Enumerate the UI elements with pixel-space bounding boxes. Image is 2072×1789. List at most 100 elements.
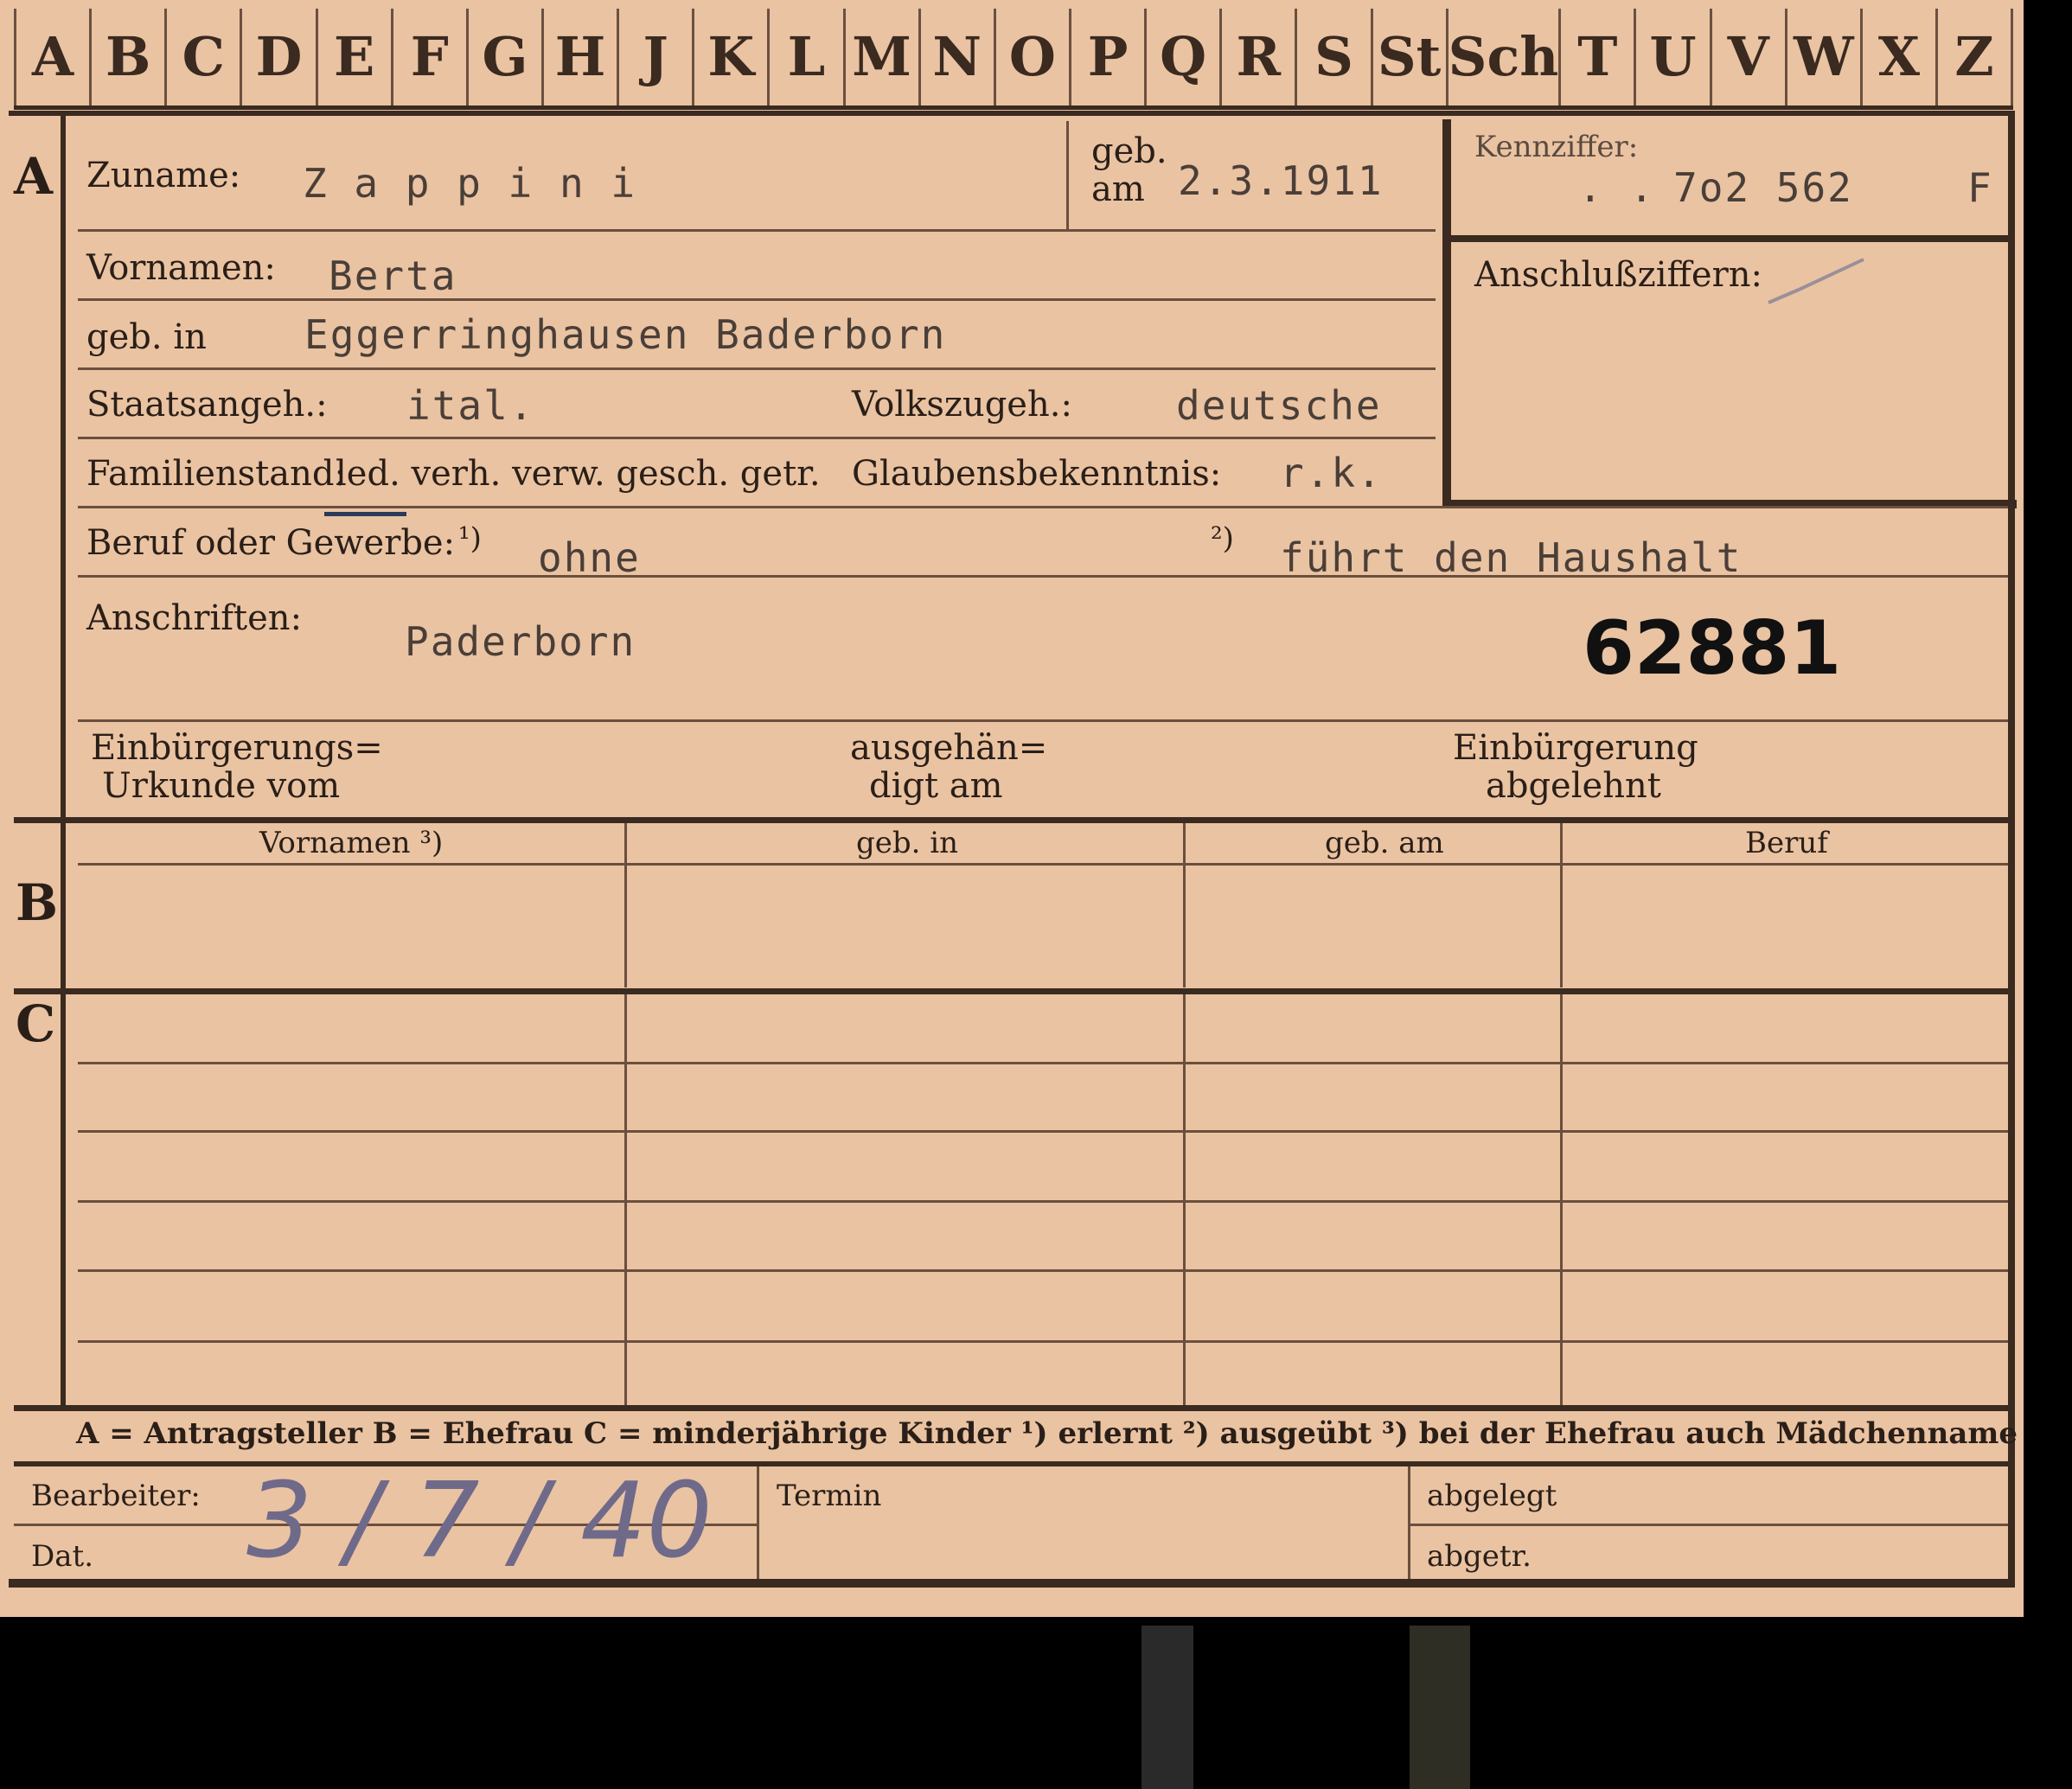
vornamen-value: Berta	[329, 252, 457, 299]
stamped-number: 62881	[1583, 605, 1842, 692]
abgetr-label: abgetr.	[1427, 1539, 1532, 1574]
index-card: A B C D E F G H J K L M N O P Q R S St Sch T U V W X Z A B C Kenn…	[0, 0, 2024, 1617]
tab-letter-d: D	[242, 9, 318, 105]
tab-letter-t: T	[1561, 9, 1637, 105]
tab-letter-n: N	[921, 9, 996, 105]
row-line-5	[78, 506, 2008, 508]
abgelegt-label: abgelegt	[1427, 1479, 1557, 1513]
row-line-4	[78, 437, 1436, 439]
ausgehaend-label-2: digt am	[869, 766, 1003, 806]
glaubens-label: Glaubensbekenntnis:	[852, 454, 1222, 494]
tab-letter-k: K	[694, 9, 771, 105]
tab-letter-l: L	[770, 9, 846, 105]
kennziffer-dots: . .	[1578, 164, 1656, 211]
beruf-value-2: führt den Haushalt	[1280, 534, 1743, 581]
scan-artifact-stripe-1	[1142, 1626, 1193, 1789]
tab-letter-x: X	[1863, 9, 1938, 105]
row-line-2	[78, 298, 1436, 301]
beruf-label: Beruf oder Gewerbe:	[86, 523, 456, 563]
check-mark-icon	[1768, 258, 1864, 304]
tab-letter-s: S	[1297, 9, 1373, 105]
volkszugeh-value: deutsche	[1176, 382, 1382, 429]
c-row-line-2	[78, 1130, 2008, 1133]
frame-left-bc	[61, 821, 66, 1409]
legend-top-line	[14, 1405, 2008, 1411]
tab-letter-a: A	[14, 9, 93, 105]
kennziffer-value: 7o2 562	[1673, 164, 1853, 211]
c-row-line-5	[78, 1340, 2008, 1343]
footer-divider-1	[757, 1466, 759, 1579]
bearbeiter-label: Bearbeiter:	[31, 1479, 201, 1513]
col-divider-b-3	[1560, 823, 1563, 987]
alphabet-tab-strip: A B C D E F G H J K L M N O P Q R S St Sch T U V W X Z	[14, 9, 2014, 110]
c-row-line-4	[78, 1269, 2008, 1272]
geb-in-value: Eggerringhausen Baderborn	[304, 311, 947, 358]
volkszugeh-label: Volkszugeh.:	[852, 385, 1072, 425]
c-row-line-1	[78, 1062, 2008, 1064]
staatsangeh-value: ital.	[406, 382, 535, 429]
kennziffer-suffix: F	[1967, 164, 1993, 211]
tab-letter-u: U	[1636, 9, 1712, 105]
tab-letter-p: P	[1071, 9, 1148, 105]
tab-letter-r: R	[1222, 9, 1298, 105]
tab-letter-h: H	[544, 9, 620, 105]
tab-letter-f: F	[393, 9, 469, 105]
header-geb-am: geb. am	[1325, 826, 1444, 860]
header-beruf: Beruf	[1745, 826, 1828, 860]
familienstand-options: led. verh. verw. gesch. getr.	[336, 454, 821, 494]
row-line-7	[78, 719, 2008, 722]
footer-divider-2	[1408, 1466, 1410, 1579]
col-divider-c-2	[1183, 994, 1186, 1405]
c-row-line-3	[78, 1200, 2008, 1203]
col-divider-b-2	[1183, 823, 1186, 987]
anschriften-label: Anschriften:	[86, 598, 303, 638]
einb-abgelehnt-label-1: Einbürgerung	[1453, 728, 1698, 768]
zuname-value: Z a p p i n i	[303, 160, 637, 207]
tab-letter-q: Q	[1147, 9, 1223, 105]
kennziffer-label: Kennziffer:	[1474, 130, 1639, 164]
kennziffer-divider	[1451, 235, 2008, 242]
section-b-letter: B	[16, 873, 59, 932]
tab-letter-j: J	[619, 9, 695, 105]
tab-letter-g: G	[469, 9, 544, 105]
header-geb-in: geb. in	[856, 826, 959, 860]
geb-in-label: geb. in	[86, 317, 207, 357]
row-line-3	[78, 367, 1436, 370]
legend-text: A = Antragsteller B = Ehefrau C = minder…	[76, 1416, 2018, 1451]
tab-letter-v: V	[1712, 9, 1787, 105]
staatsangeh-label: Staatsangeh.:	[86, 385, 328, 425]
beruf-note-1: ¹)	[458, 521, 482, 556]
anschriften-value: Paderborn	[405, 618, 636, 665]
ausgehaend-label-1: ausgehän=	[850, 728, 1048, 768]
table-header-line	[78, 863, 2008, 866]
tab-letter-w: W	[1787, 9, 1863, 105]
header-vornamen: Vornamen ³)	[259, 826, 444, 860]
geb-am-value: 2.3.1911	[1178, 157, 1384, 204]
vornamen-label: Vornamen:	[86, 248, 276, 288]
familienstand-label: Familienstand:	[86, 454, 346, 494]
dat-label: Dat.	[31, 1539, 94, 1574]
einb-abgelehnt-label-2: abgelehnt	[1486, 766, 1661, 806]
frame-top-line	[9, 111, 2015, 116]
section-b-top-line	[14, 817, 2008, 823]
geb-am-divider	[1066, 121, 1069, 229]
section-c-letter: C	[16, 994, 56, 1053]
tab-letter-sch: Sch	[1448, 9, 1562, 105]
geb-am-label-2: am	[1091, 169, 1145, 209]
frame-left-a	[61, 111, 66, 820]
tab-letter-e: E	[318, 9, 393, 105]
section-c-top-line	[14, 988, 2008, 994]
familienstand-underline	[324, 512, 406, 516]
col-divider-c-3	[1560, 994, 1563, 1405]
tab-letter-z: Z	[1938, 9, 2014, 105]
tab-letter-c: C	[167, 9, 243, 105]
beruf-note-2: ²)	[1211, 521, 1234, 556]
section-a-letter: A	[14, 147, 54, 206]
col-divider-b-1	[624, 823, 627, 987]
einb-urkunde-label-2: Urkunde vom	[102, 766, 341, 806]
tab-letter-m: M	[846, 9, 921, 105]
beruf-value-1: ohne	[538, 534, 641, 581]
tab-letter-b: B	[92, 9, 168, 105]
anschluss-label: Anschlußziffern:	[1474, 255, 1762, 295]
zuname-label: Zuname:	[86, 156, 241, 195]
